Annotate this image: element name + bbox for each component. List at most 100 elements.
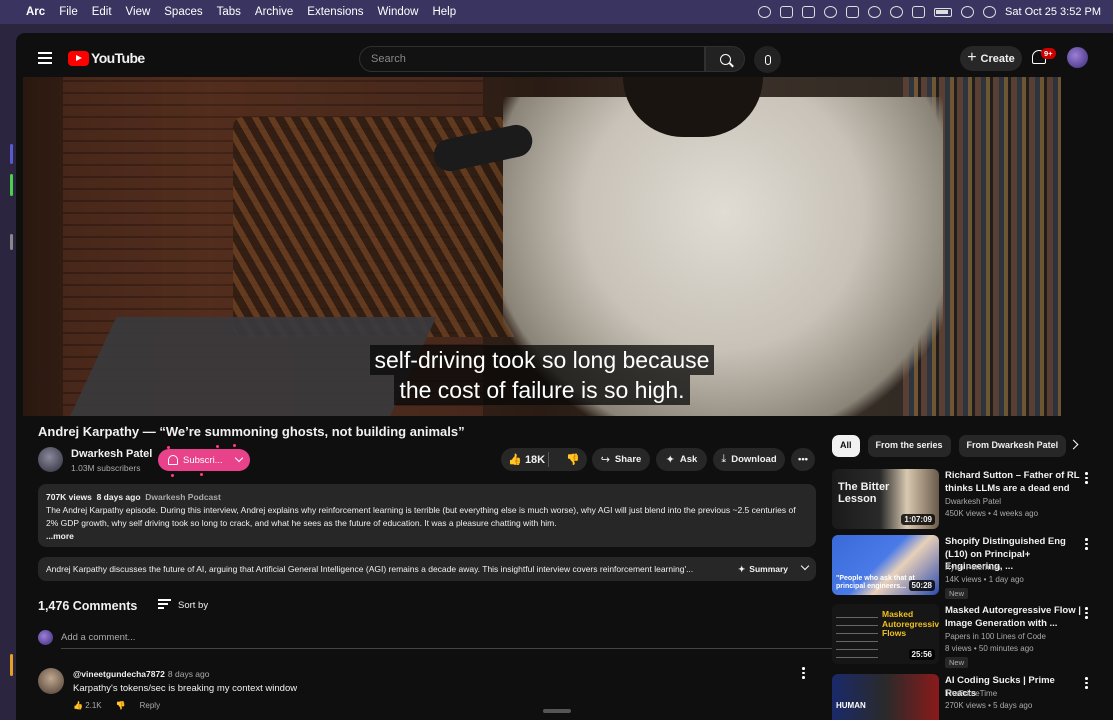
comment-username[interactable]: @vineetgundecha7872	[73, 669, 165, 679]
thumbnail-caption: Masked Autoregressive Flows	[882, 609, 939, 638]
sparkle-icon: ✦	[665, 454, 675, 466]
comments-count: 1,476 Comments	[38, 599, 138, 613]
plus-icon: +	[967, 48, 977, 66]
more-vertical-icon[interactable]	[1085, 538, 1088, 552]
tray-keyboard-icon[interactable]	[912, 6, 925, 18]
description-box[interactable]: 707K views 8 days ago Dwarkesh Podcast T…	[38, 484, 816, 547]
tray-moon-icon[interactable]	[868, 6, 881, 18]
menu-app-name[interactable]: Arc	[26, 6, 45, 18]
video-thumbnail[interactable]: "People who ask that at principal engine…	[832, 535, 939, 595]
menu-edit[interactable]: Edit	[92, 6, 112, 18]
more-actions-button[interactable]: •••	[791, 448, 815, 471]
tray-extension-icon[interactable]	[758, 6, 771, 18]
recommendation-title[interactable]: Richard Sutton – Father of RL thinks LLM…	[945, 470, 1083, 495]
wifi-icon[interactable]	[961, 6, 974, 18]
tray-stats-icon[interactable]	[802, 6, 815, 18]
more-vertical-icon[interactable]	[1085, 472, 1088, 486]
recommendation-channel[interactable]: ThePrimeTime	[945, 689, 997, 698]
subscribe-button[interactable]: Subscri...	[158, 449, 250, 471]
battery-icon[interactable]	[934, 7, 952, 17]
download-label: Download	[731, 454, 777, 465]
chip-from-series[interactable]: From the series	[867, 435, 951, 457]
comment-dislike-button[interactable]: 👎	[116, 701, 126, 710]
menu-view[interactable]: View	[126, 6, 151, 18]
scroll-handle[interactable]	[543, 709, 571, 713]
comment-avatar[interactable]	[38, 668, 64, 694]
subscribe-label: Subscri...	[183, 454, 223, 466]
summary-button[interactable]: ✦ Summary	[738, 564, 788, 574]
search-button[interactable]	[705, 46, 745, 72]
user-avatar	[38, 630, 53, 645]
comment-like-count: 2.1K	[85, 701, 102, 710]
browser-window: YouTube Search + Create 9+ self-driving …	[16, 33, 1113, 720]
download-button[interactable]: ⤓ Download	[713, 448, 785, 471]
account-avatar[interactable]	[1067, 47, 1088, 68]
share-button[interactable]: ↪ Share	[592, 448, 650, 471]
new-badge: New	[945, 588, 969, 599]
video-thumbnail[interactable]: Masked Autoregressive Flows 25:56	[832, 604, 939, 664]
dislike-icon[interactable]: 👎	[566, 453, 580, 466]
recommendation-stats: 450K views • 4 weeks ago	[945, 509, 1039, 518]
upload-age: 8 days ago	[96, 492, 141, 502]
recommendation-item[interactable]: HUMAN AI Coding Sucks | Prime Reacts The…	[832, 674, 1102, 720]
youtube-logo[interactable]: YouTube	[68, 50, 145, 66]
tray-play-icon[interactable]	[890, 6, 903, 18]
podcast-link[interactable]: Dwarkesh Podcast	[145, 492, 221, 502]
description-text: The Andrej Karpathy episode. During this…	[46, 505, 796, 528]
menu-icon[interactable]	[38, 52, 52, 64]
ask-button[interactable]: ✦ Ask	[656, 448, 707, 471]
recommendation-item[interactable]: The Bitter Lesson 1:07:09 Richard Sutton…	[832, 469, 1102, 531]
spotlight-icon[interactable]	[983, 6, 996, 18]
menu-file[interactable]: File	[59, 6, 78, 18]
chevron-down-icon[interactable]	[800, 561, 810, 571]
video-captions: self-driving took so long because the co…	[23, 345, 1061, 405]
clock[interactable]: Sat Oct 25 3:52 PM	[1005, 6, 1101, 18]
comment-reply-button[interactable]: Reply	[140, 701, 160, 710]
tray-app-icon[interactable]	[780, 6, 793, 18]
recommendation-stats: 8 views • 50 minutes ago	[945, 644, 1034, 653]
description-more[interactable]: ...more	[46, 530, 808, 543]
recommendation-item[interactable]: "People who ask that at principal engine…	[832, 535, 1102, 599]
comment-author[interactable]: @vineetgundecha7872 8 days ago	[73, 669, 210, 679]
status-tray: Sat Oct 25 3:52 PM	[758, 0, 1101, 24]
more-vertical-icon[interactable]	[1085, 607, 1088, 621]
menu-spaces[interactable]: Spaces	[164, 6, 202, 18]
comment-like-button[interactable]: 👍 2.1K	[73, 701, 102, 710]
caption-line-1: self-driving took so long because	[369, 345, 715, 375]
tray-openai-icon[interactable]	[824, 6, 837, 18]
add-comment-input[interactable]: Add a comment...	[61, 632, 835, 649]
more-vertical-icon[interactable]	[1085, 677, 1088, 691]
thumbnail-caption: HUMAN	[836, 701, 866, 710]
menu-help[interactable]: Help	[432, 6, 456, 18]
menu-archive[interactable]: Archive	[255, 6, 293, 18]
recommendation-title[interactable]: Masked Autoregressive Flow | Image Gener…	[945, 605, 1083, 630]
create-button[interactable]: + Create	[960, 46, 1022, 71]
chip-all[interactable]: All	[832, 435, 860, 457]
voice-search-button[interactable]	[754, 46, 781, 73]
tray-notion-icon[interactable]	[846, 6, 859, 18]
recommendation-channel[interactable]: Papers in 100 Lines of Code	[945, 632, 1046, 641]
menu-extensions[interactable]: Extensions	[307, 6, 363, 18]
yt-header: YouTube Search + Create 9+	[16, 33, 1113, 83]
menu-window[interactable]: Window	[378, 6, 419, 18]
chip-from-channel[interactable]: From Dwarkesh Patel	[958, 435, 1067, 457]
video-player[interactable]: self-driving took so long because the co…	[23, 77, 1061, 416]
like-button[interactable]: 👍 18K	[508, 453, 545, 466]
search-input[interactable]: Search	[359, 46, 705, 72]
sort-by-button[interactable]: Sort by	[158, 599, 208, 611]
recommendation-item[interactable]: Masked Autoregressive Flows 25:56 Masked…	[832, 604, 1102, 668]
video-thumbnail[interactable]: The Bitter Lesson 1:07:09	[832, 469, 939, 529]
sort-label: Sort by	[178, 599, 209, 611]
recommendation-channel[interactable]: Ryan Peterman	[945, 563, 1001, 572]
video-thumbnail[interactable]: HUMAN	[832, 674, 939, 720]
chevron-right-icon[interactable]	[1068, 439, 1079, 450]
ai-summary-bar[interactable]: Andrej Karpathy discusses the future of …	[38, 557, 816, 581]
comment-actions: 👍 2.1K 👎 Reply	[73, 701, 160, 710]
new-badge: New	[945, 657, 969, 668]
channel-name[interactable]: Dwarkesh Patel	[71, 448, 152, 460]
menu-tabs[interactable]: Tabs	[217, 6, 241, 18]
comment-more-icon[interactable]	[802, 667, 806, 681]
channel-avatar[interactable]	[38, 447, 63, 472]
recommendation-channel[interactable]: Dwarkesh Patel	[945, 497, 1001, 506]
arc-sidebar-edge	[0, 24, 16, 720]
